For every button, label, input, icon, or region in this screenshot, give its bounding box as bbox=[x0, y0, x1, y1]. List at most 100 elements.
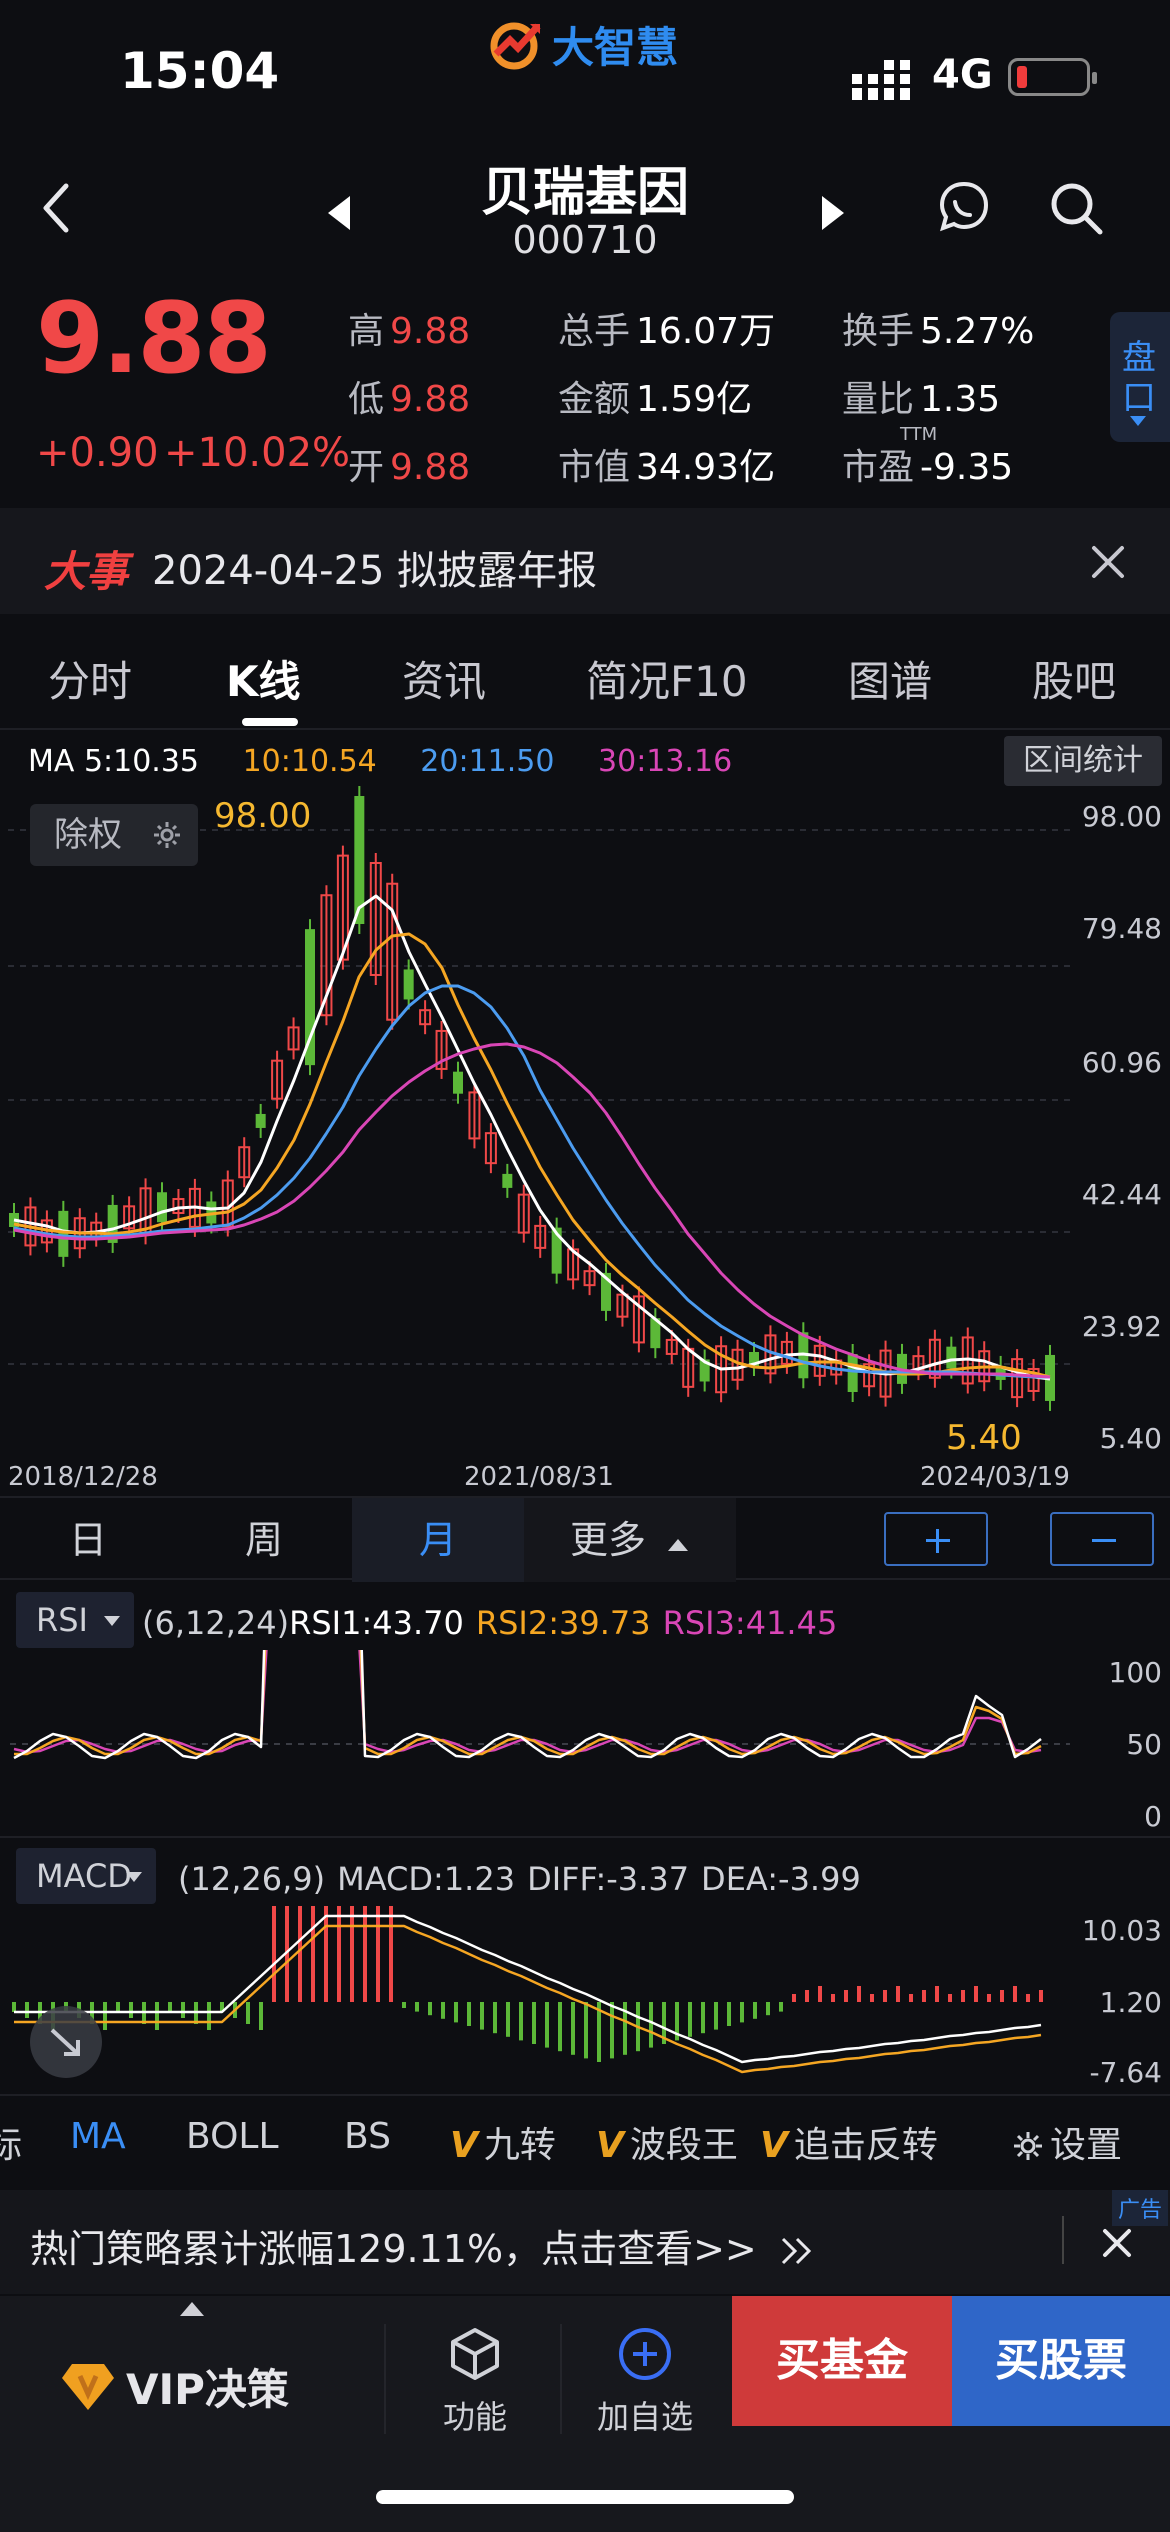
date-mid: 2021/08/31 bbox=[464, 1462, 614, 1492]
pankou-tab[interactable]: 盘 口 bbox=[1110, 312, 1170, 442]
macd-bar bbox=[155, 2002, 159, 2030]
price-change-percent: +10.02% bbox=[164, 430, 351, 476]
macd-bar bbox=[584, 2002, 588, 2059]
tool-zhuiji[interactable]: V 追击反转 bbox=[760, 2116, 938, 2168]
date-end: 2024/03/19 bbox=[920, 1462, 1070, 1492]
chevron-down-icon bbox=[126, 1872, 142, 1882]
add-watchlist-button[interactable]: 加自选 bbox=[580, 2326, 710, 2438]
tool-boll[interactable]: BOLL bbox=[186, 2116, 279, 2157]
tool-boduanwang[interactable]: V 波段王 bbox=[596, 2116, 738, 2168]
rsi-chart[interactable] bbox=[0, 1650, 1170, 1830]
function-button[interactable]: 功能 bbox=[410, 2326, 540, 2438]
caret-up-icon bbox=[668, 1539, 689, 1551]
ma20-value: 20:11.50 bbox=[420, 744, 555, 779]
fade-overlay bbox=[962, 2096, 1006, 2180]
ytick-1: 98.00 bbox=[1081, 800, 1162, 833]
ytick-6: 5.40 bbox=[1099, 1422, 1162, 1455]
macd-ytick-3: -7.64 bbox=[1089, 2056, 1162, 2089]
event-bar[interactable]: 大事 2024-04-25 拟披露年报 bbox=[0, 508, 1170, 614]
quote-volume-ratio: 量比 1.35 bbox=[842, 379, 1001, 420]
macd-bar bbox=[753, 2002, 757, 2019]
period-more[interactable]: 更多 bbox=[524, 1498, 736, 1582]
period-week[interactable]: 周 bbox=[176, 1498, 352, 1582]
candle-body bbox=[58, 1210, 69, 1257]
buy-fund-button[interactable]: 买基金 bbox=[732, 2296, 952, 2426]
rsi-selector[interactable]: RSI bbox=[16, 1592, 134, 1648]
rsi1-value: RSI1:43.70 bbox=[289, 1604, 464, 1642]
macd-bar bbox=[701, 2002, 705, 2034]
max-price-mark: 98.00 bbox=[214, 796, 312, 836]
candle-body bbox=[403, 969, 414, 1000]
macd-bar bbox=[935, 1986, 939, 2002]
quote-pe: 市盈 -9.35 bbox=[842, 447, 1014, 488]
diff-value: DIFF:-3.37 bbox=[527, 1860, 690, 1898]
search-icon[interactable] bbox=[1048, 180, 1104, 236]
quote-amount: 金额 1.59亿 bbox=[558, 379, 753, 420]
vip-decision-button[interactable]: VIP决策 bbox=[60, 2336, 289, 2436]
kline-chart[interactable] bbox=[0, 780, 1170, 1480]
quote-low: 低 9.88 bbox=[348, 379, 471, 420]
macd-bar bbox=[324, 1906, 328, 2002]
promo-banner[interactable]: 热门策略累计涨幅129.11%，点击查看>> 广告 bbox=[0, 2190, 1170, 2294]
indicator-toolbar: 标 MA BOLL BS V 九转 V 波段王 V 追击反转 设置 bbox=[0, 2094, 1170, 2180]
ytick-2: 79.48 bbox=[1081, 912, 1162, 945]
macd-bar bbox=[116, 2002, 120, 2012]
period-more-label: 更多 bbox=[569, 1518, 646, 1562]
range-stats-button[interactable]: 区间统计 bbox=[1004, 736, 1162, 786]
tab-f10[interactable]: 简况F10 bbox=[586, 648, 748, 709]
tool-bs[interactable]: BS bbox=[344, 2116, 391, 2157]
macd-bar bbox=[415, 2002, 419, 2012]
close-icon[interactable] bbox=[1090, 544, 1126, 580]
rsi-params: (6,12,24) bbox=[142, 1604, 290, 1642]
macd-bar bbox=[298, 1906, 302, 2002]
tab-news[interactable]: 资讯 bbox=[402, 648, 486, 709]
zoom-out-button[interactable] bbox=[1050, 1512, 1154, 1566]
chevron-down-icon bbox=[104, 1616, 120, 1626]
period-day[interactable]: 日 bbox=[0, 1498, 176, 1582]
divider bbox=[1062, 2216, 1064, 2264]
macd-bar bbox=[480, 2002, 484, 2030]
prev-stock-icon[interactable] bbox=[326, 196, 352, 230]
macd-bar bbox=[610, 2002, 614, 2059]
macd-selector[interactable]: MACD bbox=[16, 1848, 156, 1904]
rsi1-line bbox=[13, 1650, 1042, 1760]
tool-jiuzhuan[interactable]: V 九转 bbox=[450, 2116, 556, 2168]
tab-forum[interactable]: 股吧 bbox=[1032, 648, 1116, 709]
gear-icon bbox=[1014, 2132, 1042, 2160]
macd-bar bbox=[740, 2002, 744, 2023]
tool-ma[interactable]: MA bbox=[70, 2116, 126, 2157]
period-month[interactable]: 月 bbox=[352, 1498, 524, 1582]
macd-bar bbox=[129, 2002, 133, 2018]
dea-value: DEA:-3.99 bbox=[701, 1860, 861, 1898]
macd-bar bbox=[883, 1990, 887, 2002]
macd-bar bbox=[506, 2002, 510, 2037]
tab-graph[interactable]: 图谱 bbox=[848, 648, 932, 709]
app-logo: 大智慧 bbox=[488, 12, 678, 76]
rsi-lines bbox=[13, 1650, 1042, 1760]
zoom-in-button[interactable] bbox=[884, 1512, 988, 1566]
ma5-line bbox=[13, 894, 1051, 1381]
ytick-3: 60.96 bbox=[1081, 1046, 1162, 1079]
candle-body bbox=[453, 1071, 463, 1094]
adjust-button[interactable]: 除权 bbox=[30, 804, 198, 866]
rsi-values: (6,12,24)RSI1:43.70 RSI2:39.73 RSI3:41.45 bbox=[142, 1604, 849, 1642]
tab-kline[interactable]: K线 bbox=[226, 648, 301, 709]
current-price: 9.88 bbox=[36, 282, 272, 396]
diff-line bbox=[14, 1914, 1042, 2064]
macd-bar bbox=[337, 1906, 341, 2002]
quote-market-cap: 市值 34.93亿 bbox=[558, 447, 776, 488]
tab-intraday[interactable]: 分时 bbox=[48, 648, 132, 709]
chat-icon[interactable] bbox=[938, 180, 990, 232]
logo-icon bbox=[490, 22, 541, 70]
stock-name: 贝瑞基因 bbox=[480, 163, 689, 223]
tool-settings[interactable]: 设置 bbox=[1012, 2116, 1122, 2168]
macd-chart[interactable] bbox=[0, 1906, 1170, 2092]
divider bbox=[0, 1836, 1170, 1838]
next-stock-icon[interactable] bbox=[820, 196, 846, 230]
buy-stock-button[interactable]: 买股票 bbox=[952, 2296, 1170, 2426]
tool-mark[interactable]: 标 bbox=[0, 2116, 22, 2168]
logo-text: 大智慧 bbox=[552, 22, 679, 72]
macd-ytick-1: 10.03 bbox=[1081, 1914, 1162, 1947]
close-icon[interactable] bbox=[1102, 2228, 1132, 2258]
macd-bar bbox=[207, 2002, 211, 2030]
